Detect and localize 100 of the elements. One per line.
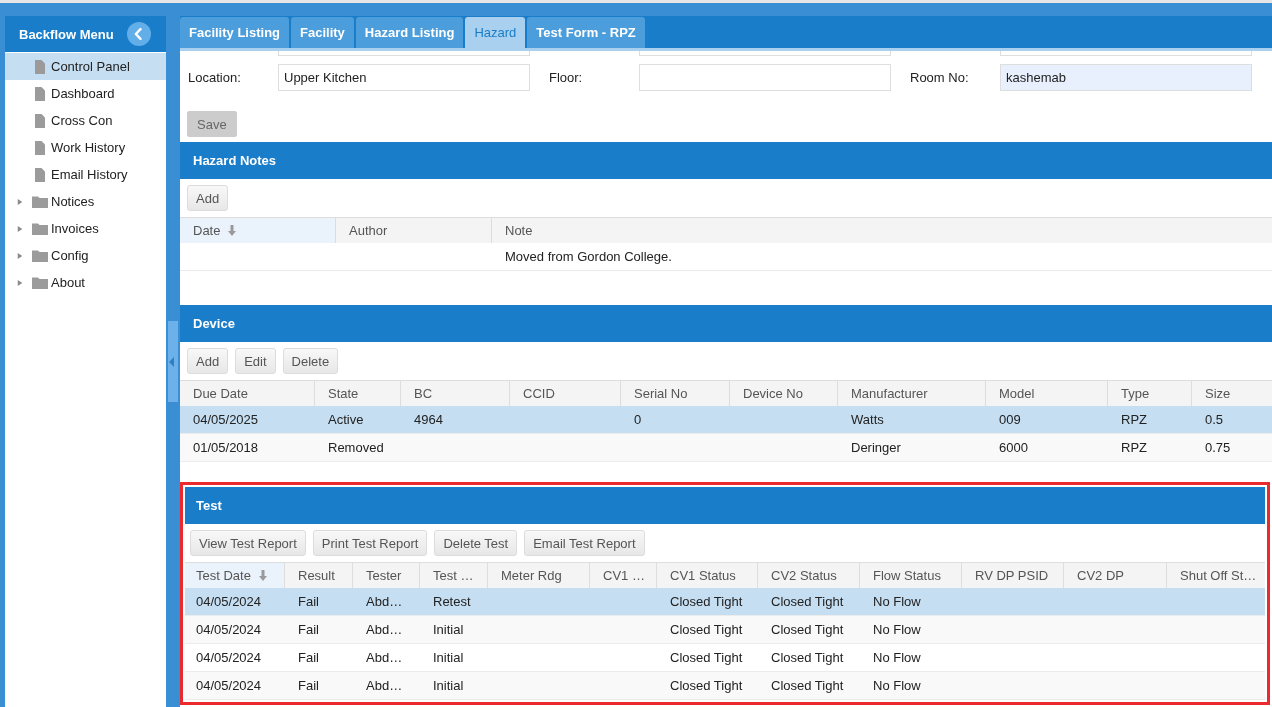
table-cell: Watts <box>851 412 884 427</box>
collapse-button[interactable] <box>127 22 151 46</box>
arrow-down-icon <box>258 570 267 581</box>
toolbar-button[interactable]: Delete <box>282 348 339 374</box>
table-cell: Initial <box>433 678 464 693</box>
input-field[interactable] <box>278 51 530 56</box>
toolbar-button[interactable]: Print Test Report <box>312 530 428 556</box>
table-cell: Closed Tight <box>771 594 844 609</box>
toolbar-button[interactable]: Email Test Report <box>524 530 645 556</box>
document-icon <box>35 113 45 128</box>
field-label: Room No: <box>910 70 970 85</box>
table-cell: Initial <box>433 622 464 637</box>
table-row[interactable]: 04/05/2024 Fail Abd… Initial Closed Tight Closed Tight No Flow <box>185 616 1265 644</box>
table-cell: 009 <box>999 412 1021 427</box>
caret-icon[interactable] <box>17 251 23 260</box>
table-cell: Abd… <box>366 650 403 665</box>
column-header[interactable]: Test Date <box>185 563 285 588</box>
table-cell: Closed Tight <box>771 678 844 693</box>
table-cell: 04/05/2024 <box>196 678 262 693</box>
table-cell: Abd… <box>366 622 403 637</box>
toolbar-button[interactable]: View Test Report <box>190 530 306 556</box>
table-cell: 04/05/2024 <box>196 622 262 637</box>
table-cell: Closed Tight <box>670 622 743 637</box>
section-header: Test <box>185 487 1265 524</box>
sidebar-item[interactable]: Cross Con <box>5 107 166 134</box>
table-cell: No Flow <box>873 650 921 665</box>
table-cell: Fail <box>298 594 319 609</box>
table-cell: 0.75 <box>1205 440 1231 455</box>
sidebar-item[interactable]: Notices <box>5 188 166 215</box>
triangle-left-icon <box>169 356 174 367</box>
field-label: Location: <box>188 70 242 85</box>
table-cell: Deringer <box>851 440 901 455</box>
table-cell: Moved from Gordon College. <box>505 249 672 264</box>
sidebar-item[interactable]: Email History <box>5 161 166 188</box>
sidebar-item[interactable]: Config <box>5 242 166 269</box>
table-cell: Fail <box>298 678 319 693</box>
input-field[interactable] <box>639 51 891 56</box>
sidebar-item[interactable]: Invoices <box>5 215 166 242</box>
chevron-left-icon <box>134 28 142 40</box>
table-cell: Initial <box>433 650 464 665</box>
sidebar-item[interactable]: Dashboard <box>5 80 166 107</box>
text-field[interactable] <box>639 64 891 91</box>
column-header[interactable]: Shut Off St… <box>1167 563 1265 588</box>
table-cell: Active <box>328 412 364 427</box>
caret-icon[interactable] <box>17 224 23 233</box>
text-field[interactable]: Upper Kitchen <box>278 64 530 91</box>
table-cell: No Flow <box>873 678 921 693</box>
column-header[interactable]: Date <box>180 218 336 243</box>
caret-icon[interactable] <box>17 197 23 206</box>
table-cell: RPZ <box>1121 412 1147 427</box>
input-field[interactable] <box>1000 51 1252 56</box>
table-cell: Removed <box>328 440 384 455</box>
table-cell: Closed Tight <box>670 678 743 693</box>
table-cell: 0 <box>634 412 642 427</box>
table-row[interactable]: 04/05/2024 Fail Abd… Retest Closed Tight Closed Tight No Flow <box>185 588 1265 616</box>
table-cell: 04/05/2024 <box>196 594 262 609</box>
table-cell: Fail <box>298 622 319 637</box>
toolbar-button[interactable]: Edit <box>235 348 276 374</box>
table-cell: 4964 <box>414 412 443 427</box>
section-header: Device <box>180 305 1272 342</box>
table-cell: Closed Tight <box>670 594 743 609</box>
column-header[interactable]: Size <box>1192 381 1272 406</box>
sidebar-title: Backflow Menu <box>19 26 114 42</box>
table-cell: Closed Tight <box>670 650 743 665</box>
table-cell: 04/05/2024 <box>196 650 262 665</box>
splitter-handle[interactable] <box>168 321 178 402</box>
toolbar-button[interactable]: Delete Test <box>434 530 518 556</box>
folder-icon <box>32 195 48 208</box>
table-cell: Abd… <box>366 594 403 609</box>
sidebar-item[interactable]: About <box>5 269 166 296</box>
table-cell: Fail <box>298 650 319 665</box>
column-header[interactable]: Note <box>492 218 1272 243</box>
table-cell: 0.5 <box>1205 412 1224 427</box>
table-cell: Abd… <box>366 678 403 693</box>
document-icon <box>35 86 45 101</box>
document-icon <box>35 59 45 74</box>
document-icon <box>35 140 45 155</box>
text-field[interactable]: kashemab <box>1000 64 1252 91</box>
section-header: Hazard Notes <box>180 142 1272 179</box>
table-cell: 01/05/2018 <box>193 440 259 455</box>
table-cell: RPZ <box>1121 440 1147 455</box>
folder-icon <box>32 276 48 289</box>
folder-icon <box>32 249 48 262</box>
toolbar-button[interactable]: Add <box>187 185 229 211</box>
sidebar-item[interactable]: Control Panel <box>5 53 166 80</box>
caret-icon[interactable] <box>17 278 23 287</box>
table-cell: Retest <box>433 594 471 609</box>
folder-icon <box>32 222 48 235</box>
table-row[interactable]: 04/05/2024 Fail Abd… Initial Closed Tight Closed Tight No Flow <box>185 672 1265 700</box>
arrow-down-icon <box>228 225 237 236</box>
field-label: Floor: <box>549 70 584 85</box>
table-cell: No Flow <box>873 622 921 637</box>
table-row[interactable]: 01/05/2018 Removed Deringer 6000 RPZ 0.75 <box>180 434 1272 462</box>
table-cell: No Flow <box>873 594 921 609</box>
toolbar-button[interactable]: Add <box>187 348 229 374</box>
table-cell: Closed Tight <box>771 650 844 665</box>
table-cell: Closed Tight <box>771 622 844 637</box>
sidebar-item[interactable]: Work History <box>5 134 166 161</box>
table-row[interactable]: 04/05/2025 Active 4964 0 Watts 009 RPZ 0.5 <box>180 406 1272 434</box>
table-cell: 04/05/2025 <box>193 412 259 427</box>
